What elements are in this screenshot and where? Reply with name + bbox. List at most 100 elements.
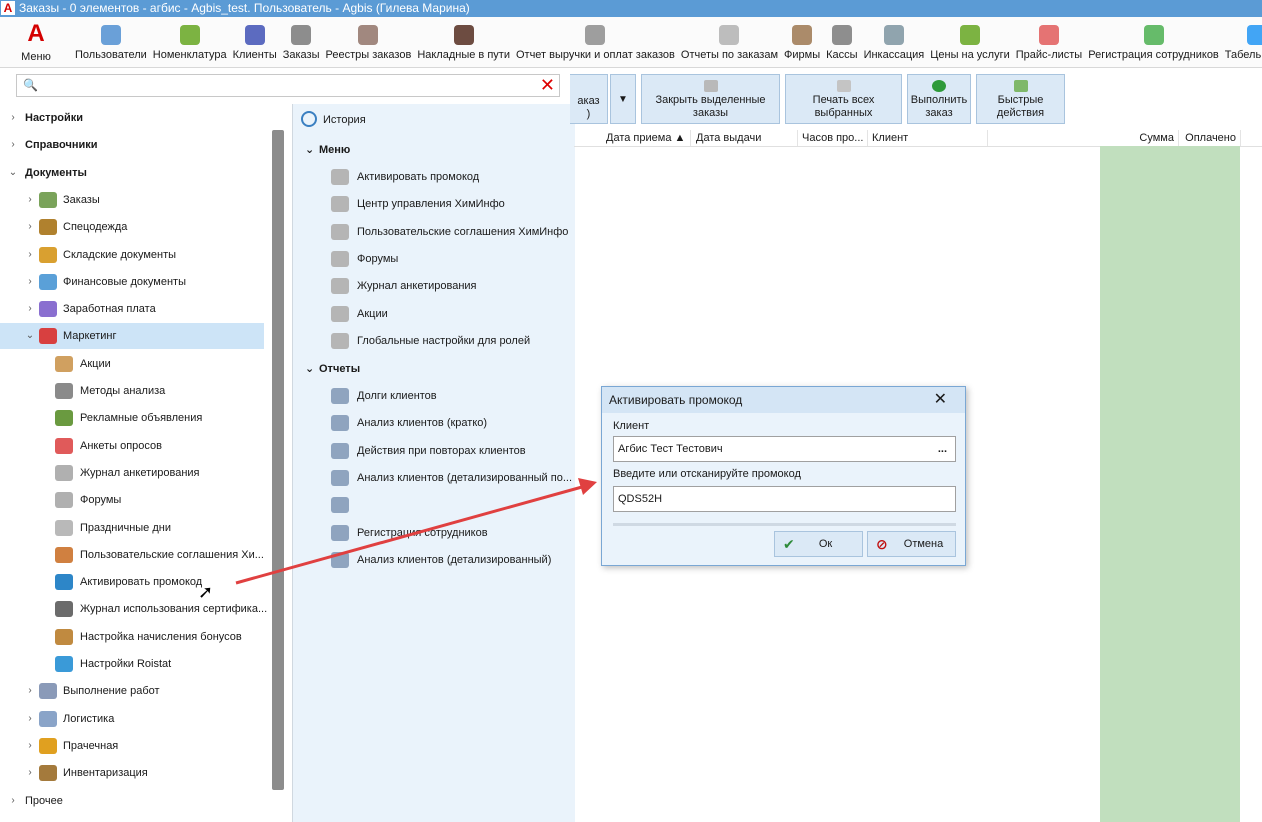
toolbar-button-8[interactable]: Отчеты по заказам bbox=[678, 17, 781, 67]
item-label: Журнал анкетирования bbox=[357, 280, 477, 293]
tree-item[interactable]: › Спецодежда bbox=[0, 214, 264, 240]
tree-item[interactable]: › Складские документы bbox=[0, 242, 264, 268]
grid-column-header[interactable]: Клиент bbox=[868, 130, 988, 146]
tree-item[interactable]: › Настройки bbox=[0, 105, 264, 131]
tree-item[interactable]: › Заказы bbox=[0, 187, 264, 213]
search-input[interactable]: 🔍 ✕ bbox=[16, 74, 560, 97]
grid-column-header[interactable]: Часов про... bbox=[798, 130, 868, 146]
toolbar-button-3[interactable]: Клиенты bbox=[230, 17, 280, 67]
tree-item-label: Прачечная bbox=[63, 739, 119, 752]
tree-item[interactable]: Настройка начисления бонусов bbox=[0, 624, 264, 650]
toolbar-button-11[interactable]: Инкассация bbox=[861, 17, 928, 67]
toolbar-button-label: Прайс-листы bbox=[1015, 49, 1083, 61]
tree-item[interactable]: › Заработная плата bbox=[0, 296, 264, 322]
tree-item[interactable]: Журнал использования сертифика... bbox=[0, 596, 268, 622]
tree-item[interactable]: › Финансовые документы bbox=[0, 269, 264, 295]
tree-item-label: Документы bbox=[25, 166, 87, 179]
chevron-right-icon[interactable]: › bbox=[25, 706, 35, 732]
dialog-title: Активировать промокод bbox=[609, 393, 743, 407]
annotation-arrow-head bbox=[578, 478, 597, 495]
chevron-right-icon[interactable]: › bbox=[25, 269, 35, 295]
tree-item[interactable]: Рекламные объявления bbox=[0, 405, 264, 431]
orders-toolbar: аказ ) ▼ Закрыть выделенные заказы Печат… bbox=[570, 74, 1262, 126]
tree-item[interactable]: › Логистика bbox=[0, 706, 264, 732]
cancel-button[interactable]: ⊘ Отмена bbox=[867, 531, 956, 557]
partial-order-button[interactable]: аказ ) bbox=[570, 74, 608, 124]
tree-item-label: Выполнение работ bbox=[63, 685, 160, 698]
survey-icon bbox=[55, 437, 73, 454]
client-label: Клиент bbox=[613, 420, 650, 432]
tree-item[interactable]: Праздничные дни bbox=[0, 515, 264, 541]
toolbar-button-4[interactable]: Заказы bbox=[280, 17, 323, 67]
tree-item-label: Настройки Roistat bbox=[80, 658, 172, 670]
chevron-right-icon[interactable]: › bbox=[8, 132, 18, 158]
client-field[interactable]: Агбис Тест Тестович ... bbox=[613, 436, 956, 462]
toolbar-button-15[interactable]: Табель смен bbox=[1222, 17, 1262, 67]
chevron-right-icon[interactable]: › bbox=[25, 296, 35, 322]
tree-item[interactable]: Анкеты опросов bbox=[0, 433, 264, 459]
tree-item-label: Прочее bbox=[25, 794, 63, 807]
tree-item[interactable]: › Прачечная bbox=[0, 733, 264, 759]
complete-order-button[interactable]: Выполнить заказ bbox=[907, 74, 971, 124]
chevron-right-icon[interactable]: › bbox=[8, 105, 18, 131]
grid-column-header[interactable]: Сумма bbox=[1100, 130, 1179, 146]
ok-button[interactable]: ✔ Ок bbox=[774, 531, 863, 557]
chevron-right-icon[interactable]: › bbox=[25, 187, 35, 213]
toolbar-button-12[interactable]: Цены на услуги bbox=[927, 17, 1013, 67]
toolbar-button-label: Реестры заказов bbox=[325, 49, 412, 61]
chevron-right-icon[interactable]: › bbox=[25, 760, 35, 786]
tree-item[interactable]: Журнал анкетирования bbox=[0, 460, 264, 486]
survey-journal-icon bbox=[331, 278, 349, 295]
toolbar-button-label: Клиенты bbox=[232, 49, 277, 61]
toolbar-button-label: Пользователи bbox=[75, 49, 147, 61]
toolbar-button-1[interactable]: Пользователи bbox=[72, 17, 150, 67]
tree-item[interactable]: ⌄ Маркетинг bbox=[0, 323, 264, 350]
toolbar-button-5[interactable]: Реестры заказов bbox=[323, 17, 415, 67]
toolbar-button-2[interactable]: Номенклатура bbox=[150, 17, 230, 67]
nomenclature-icon bbox=[179, 25, 200, 45]
chevron-right-icon[interactable]: › bbox=[25, 678, 35, 704]
clear-search-icon[interactable]: ✕ bbox=[540, 75, 555, 96]
dropdown-button[interactable]: ▼ bbox=[610, 74, 636, 124]
chevron-right-icon[interactable]: › bbox=[25, 733, 35, 759]
tree-item-label: Заработная плата bbox=[63, 303, 156, 316]
tree-item[interactable]: Форумы bbox=[0, 487, 264, 513]
tree-item-label: Настройки bbox=[25, 112, 84, 124]
chevron-right-icon[interactable]: › bbox=[25, 214, 35, 240]
client-picker-button[interactable]: ... bbox=[938, 437, 947, 461]
app-logo-icon: A bbox=[27, 20, 45, 47]
tree-item[interactable]: › Прочее bbox=[0, 788, 264, 814]
toolbar-button-9[interactable]: Фирмы bbox=[781, 17, 823, 67]
tree-item[interactable]: Активировать промокод bbox=[0, 569, 264, 595]
grid-column-header[interactable]: Дата приема ▲ bbox=[602, 130, 691, 146]
chevron-right-icon[interactable]: › bbox=[8, 788, 18, 814]
tree-item[interactable]: › Выполнение работ bbox=[0, 678, 264, 704]
toolbar-button-label: Отчеты по заказам bbox=[680, 49, 779, 61]
tree-item[interactable]: Пользовательские соглашения Хи... bbox=[0, 542, 264, 568]
close-selected-orders-button[interactable]: Закрыть выделенные заказы bbox=[641, 74, 780, 124]
toolbar-button-label: Отчет выручки и оплат заказов bbox=[515, 49, 675, 61]
tree-item-label: Журнал использования сертифика... bbox=[80, 603, 268, 616]
tree-item[interactable]: › Инвентаризация bbox=[0, 760, 264, 786]
toolbar-button-14[interactable]: Регистрация сотрудников bbox=[1085, 17, 1222, 67]
tree-scrollbar[interactable] bbox=[272, 130, 284, 790]
quick-actions-button[interactable]: Быстрые действия bbox=[976, 74, 1065, 124]
toolbar-button-6[interactable]: Накладные в пути bbox=[414, 17, 513, 67]
grid-column-header[interactable]: Дата выдачи bbox=[692, 130, 798, 146]
toolbar-button-7[interactable]: Отчет выручки и оплат заказов bbox=[513, 17, 678, 67]
tree-item[interactable]: ⌄ Документы bbox=[0, 160, 264, 186]
tree-item[interactable]: Настройки Roistat bbox=[0, 651, 264, 677]
chevron-down-icon[interactable]: ⌄ bbox=[8, 160, 18, 186]
tree-item[interactable]: Акции bbox=[0, 351, 264, 377]
tree-item[interactable]: Методы анализа bbox=[0, 378, 264, 404]
toolbar-button-13[interactable]: Прайс-листы bbox=[1013, 17, 1085, 67]
chevron-right-icon[interactable]: › bbox=[25, 242, 35, 268]
tree-item[interactable]: › Справочники bbox=[0, 132, 264, 158]
print-all-button[interactable]: Печать всех выбранных bbox=[785, 74, 902, 124]
promocode-field[interactable]: QDS52H bbox=[613, 486, 956, 512]
menu-button[interactable]: A Меню bbox=[14, 21, 58, 65]
chevron-down-icon[interactable]: ⌄ bbox=[25, 323, 35, 349]
close-icon[interactable]: ✕ bbox=[934, 387, 947, 413]
toolbar-button-10[interactable]: Кассы bbox=[823, 17, 860, 67]
grid-column-header[interactable]: Оплачено bbox=[1179, 130, 1241, 146]
